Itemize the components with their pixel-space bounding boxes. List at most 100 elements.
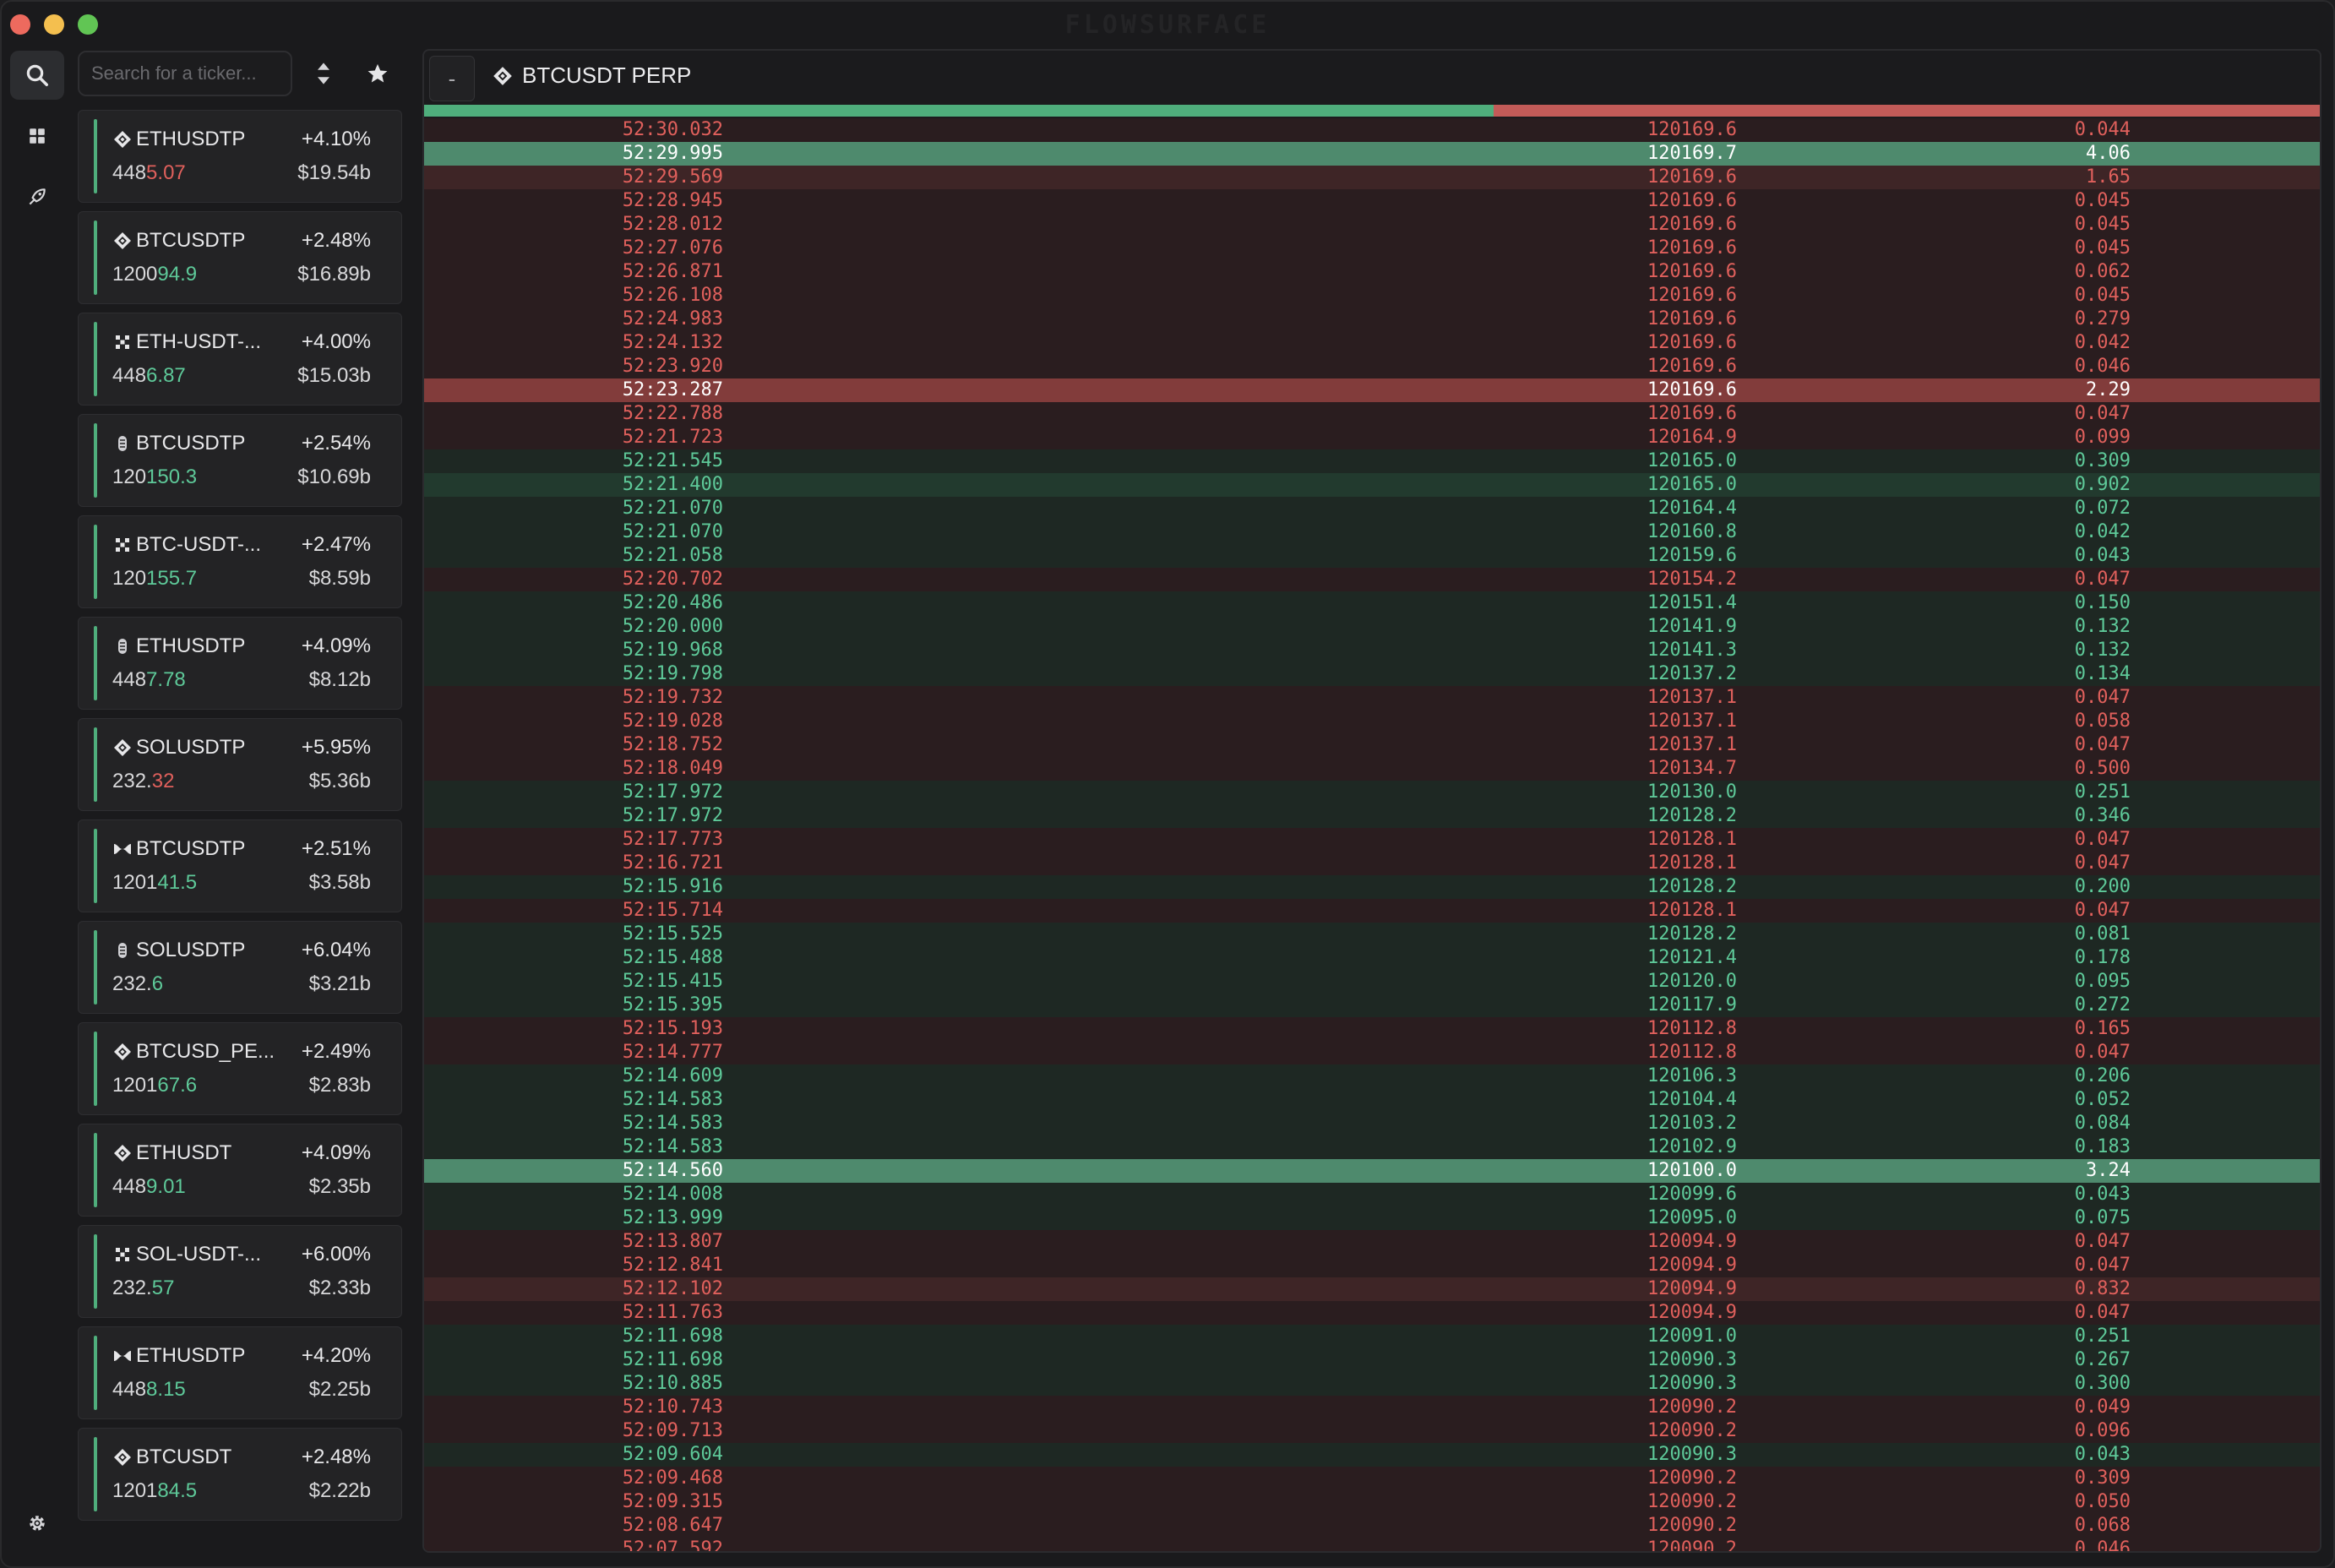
trade-qty: 0.099 [2074, 427, 2131, 448]
ticker-symbol: BTC-USDT-... [112, 533, 261, 557]
trade-time: 52:09.604 [622, 1444, 723, 1465]
ticker-card[interactable]: SOL-USDT-... +6.00% 232.57 $2.33b [78, 1225, 402, 1318]
ticker-price: 4489.01 [112, 1175, 186, 1199]
pane-collapse-button[interactable]: - [429, 56, 475, 101]
ticker-volume: $3.21b [308, 972, 371, 995]
ticker-price-prefix: 448 [112, 364, 147, 387]
ticker-price-prefix: 1201 [112, 1479, 158, 1502]
trade-row: 52:10.743 120090.2 0.049 [424, 1396, 2320, 1419]
trade-qty: 0.084 [2074, 1113, 2131, 1134]
ticker-symbol: ETHUSDTP [112, 128, 245, 151]
trade-price: 120128.1 [1647, 900, 1737, 921]
ticker-price-suffix: 67.6 [157, 1074, 198, 1097]
trade-time: 52:13.807 [622, 1231, 723, 1252]
ticker-card[interactable]: BTCUSDTP +2.51% 120141.5 $3.58b [78, 819, 402, 912]
trade-time: 52:27.076 [622, 237, 723, 259]
trade-qty: 0.050 [2074, 1491, 2131, 1512]
trade-price: 120141.3 [1647, 640, 1737, 661]
ticker-card[interactable]: BTC-USDT-... +2.47% 120155.7 $8.59b [78, 515, 402, 608]
ticker-card[interactable]: BTCUSDT +2.48% 120184.5 $2.22b [78, 1428, 402, 1521]
ticker-price-prefix: 232. [112, 1277, 152, 1299]
trade-price: 120090.3 [1647, 1444, 1737, 1465]
layout-button[interactable] [10, 112, 64, 161]
trade-row: 52:18.752 120137.1 0.047 [424, 733, 2320, 757]
change-indicator-bar [94, 1437, 97, 1511]
sort-icon [318, 63, 329, 84]
favorites-filter-button[interactable] [355, 51, 400, 96]
trade-price: 120104.4 [1647, 1089, 1737, 1110]
ticker-symbol-label: ETHUSDT [136, 1141, 232, 1164]
trade-qty: 0.052 [2074, 1089, 2131, 1110]
trade-row: 52:14.609 120106.3 0.206 [424, 1064, 2320, 1088]
trade-qty: 0.272 [2074, 994, 2131, 1015]
ticker-symbol-label: SOL-USDT-... [136, 1243, 262, 1266]
app-window: FLOWSURFACE ETHUSDTP+4.10%4485.07$19.54b… [0, 0, 2335, 1568]
trade-row: 52:21.400 120165.0 0.902 [424, 473, 2320, 497]
trade-row: 52:29.995 120169.7 4.06 [424, 142, 2320, 166]
ticker-price-prefix: 1200 [112, 263, 158, 286]
trade-qty: 0.043 [2074, 1184, 2131, 1205]
ticker-volume: $2.83b [308, 1074, 371, 1097]
trade-row: 52:23.920 120169.6 0.046 [424, 355, 2320, 378]
trade-time: 52:28.012 [622, 214, 723, 235]
trade-price: 120160.8 [1647, 521, 1737, 542]
ticker-price-prefix: 120 [112, 466, 147, 488]
settings-button[interactable] [10, 1499, 64, 1548]
trade-row: 52:14.008 120099.6 0.043 [424, 1183, 2320, 1206]
ticker-price-suffix: 94.9 [157, 263, 198, 286]
ticker-card[interactable]: BTCUSDTP +2.54% 120150.3 $10.69b [78, 414, 402, 507]
trade-row: 52:21.070 120164.4 0.072 [424, 497, 2320, 520]
trade-price: 120090.2 [1647, 1491, 1737, 1512]
search-icon [26, 64, 48, 86]
trade-price: 120151.4 [1647, 592, 1737, 613]
pop-out-button[interactable] [10, 172, 64, 221]
trade-qty: 0.045 [2074, 190, 2131, 211]
okx-icon [116, 538, 129, 552]
trade-price: 120102.9 [1647, 1136, 1737, 1157]
trade-price: 120095.0 [1647, 1207, 1737, 1228]
trade-price: 120169.6 [1647, 356, 1737, 377]
ticker-price: 4485.07 [112, 161, 186, 185]
ticker-card[interactable]: BTCUSD_PE... +2.49% 120167.6 $2.83b [78, 1022, 402, 1115]
ticker-card[interactable]: BTCUSDTP +2.48% 120094.9 $16.89b [78, 211, 402, 304]
trade-row: 52:14.583 120103.2 0.084 [424, 1112, 2320, 1135]
ticker-card[interactable]: SOLUSDTP +6.04% 232.6 $3.21b [78, 921, 402, 1014]
trade-time: 52:24.983 [622, 308, 723, 329]
ticker-card[interactable]: ETH-USDT-... +4.00% 4486.87 $15.03b [78, 313, 402, 406]
binance-icon [114, 1043, 131, 1060]
ticker-price: 120141.5 [112, 871, 197, 895]
trade-row: 52:24.132 120169.6 0.042 [424, 331, 2320, 355]
binance-icon [114, 739, 131, 756]
pane-title[interactable]: BTCUSDT PERP [492, 63, 691, 89]
ticker-volume: $2.25b [308, 1378, 371, 1401]
search-tickers-button[interactable] [10, 51, 64, 100]
trade-time: 52:14.583 [622, 1136, 723, 1157]
trade-qty: 0.046 [2074, 356, 2131, 377]
trade-time: 52:21.058 [622, 545, 723, 566]
sort-button[interactable] [301, 51, 346, 96]
trade-qty: 0.058 [2074, 710, 2131, 732]
ticker-card[interactable]: ETHUSDT +4.09% 4489.01 $2.35b [78, 1124, 402, 1217]
trade-row: 52:18.049 120134.7 0.500 [424, 757, 2320, 781]
ticker-card[interactable]: SOLUSDTP +5.95% 232.32 $5.36b [78, 718, 402, 811]
ticker-price: 232.32 [112, 770, 174, 793]
trade-row: 52:14.777 120112.8 0.047 [424, 1041, 2320, 1064]
okx-icon [116, 335, 129, 349]
trade-row: 52:22.788 120169.6 0.047 [424, 402, 2320, 426]
ticker-card[interactable]: ETHUSDTP +4.10% 4485.07 $19.54b [78, 110, 402, 203]
ticker-search-input[interactable] [90, 62, 287, 85]
trade-price: 120169.6 [1647, 379, 1737, 400]
trade-row: 52:21.070 120160.8 0.042 [424, 520, 2320, 544]
trade-price: 120169.7 [1647, 143, 1737, 164]
ticker-symbol: ETHUSDTP [112, 1344, 245, 1368]
ticker-price-prefix: 448 [112, 1378, 147, 1401]
ticker-card[interactable]: ETHUSDTP +4.20% 4488.15 $2.25b [78, 1326, 402, 1419]
trade-qty: 0.902 [2074, 474, 2131, 495]
trade-time: 52:09.315 [622, 1491, 723, 1512]
trade-row: 52:09.315 120090.2 0.050 [424, 1490, 2320, 1514]
ticker-card[interactable]: ETHUSDTP +4.09% 4487.78 $8.12b [78, 617, 402, 710]
ticker-change: +2.51% [301, 837, 371, 860]
buy-sell-ratio-bar [424, 105, 2320, 117]
ticker-symbol: SOLUSDTP [112, 939, 245, 962]
ticker-price-suffix: 7.78 [146, 668, 186, 691]
